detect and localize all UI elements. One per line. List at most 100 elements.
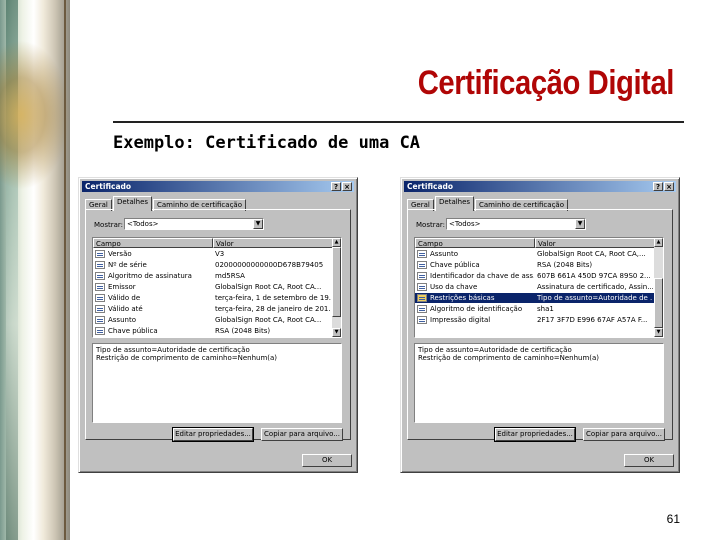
column-header-field[interactable]: Campo [415, 238, 535, 248]
field-details-box[interactable]: Tipo de assunto=Autoridade de certificaç… [92, 343, 342, 423]
field-value: GlobalSign Root CA, Root CA... [215, 316, 322, 324]
list-item[interactable]: Versão V3 [93, 249, 333, 259]
list-item[interactable]: Algoritmo de identificação sha1 [415, 304, 655, 314]
edit-properties-button[interactable]: Editar propriedades... [172, 427, 254, 442]
certificate-field-icon [417, 272, 427, 280]
vertical-scrollbar[interactable]: ▲ ▼ [654, 238, 663, 337]
certificate-field-icon [417, 261, 427, 269]
certificate-field-icon [95, 272, 105, 280]
list-item[interactable]: Emissor GlobalSign Root CA, Root CA... [93, 282, 333, 292]
column-header-value[interactable]: Valor [213, 238, 333, 248]
list-item[interactable]: Identificador da chave de ass... 607B 661… [415, 271, 655, 281]
certificate-field-icon [95, 283, 105, 291]
details-line: Tipo de assunto=Autoridade de certificaç… [96, 346, 250, 354]
show-dropdown[interactable]: <Todos> ▼ [446, 218, 586, 230]
certificate-field-icon [417, 305, 427, 313]
scroll-down-icon[interactable]: ▼ [332, 328, 341, 337]
list-header: Campo Valor [415, 238, 655, 248]
certificate-field-icon [417, 294, 427, 302]
list-item[interactable]: Impressão digital 2F17 3F7D E996 67AF A57… [415, 315, 655, 325]
close-button[interactable]: × [342, 182, 352, 191]
tab-details[interactable]: Detalhes [113, 196, 153, 211]
help-button[interactable]: ? [653, 182, 663, 191]
field-value: RSA (2048 Bits) [537, 261, 593, 269]
list-item[interactable]: Nº de série 02000000000000D678B79405 [93, 260, 333, 270]
column-header-field[interactable]: Campo [93, 238, 213, 248]
show-label: Mostrar: [416, 221, 445, 229]
fields-list[interactable]: Campo Valor Assunto GlobalSign Root CA, R… [414, 237, 664, 338]
copy-to-file-button[interactable]: Copiar para arquivo... [583, 428, 665, 441]
list-item[interactable]: Válido de terça-feira, 1 de setembro de 1… [93, 293, 333, 303]
certificate-field-icon [417, 250, 427, 258]
field-value: GlobalSign Root CA, Root CA... [215, 283, 322, 291]
certificate-dialog-left: Certificado ? × Geral Detalhes Caminho d… [78, 177, 358, 473]
decorative-side-strip [0, 0, 70, 540]
field-value: terça-feira, 28 de janeiro de 201... [215, 305, 331, 313]
list-item[interactable]: Chave pública RSA (2048 Bits) [93, 326, 333, 336]
fields-list[interactable]: Campo Valor Versão V3 Nº de série 02000000… [92, 237, 342, 338]
list-item[interactable]: Uso da chave Assinatura de certificado, A… [415, 282, 655, 292]
field-name: Uso da chave [430, 283, 478, 291]
dialog-titlebar: Certificado ? × [82, 181, 354, 192]
field-name: Chave pública [108, 327, 158, 335]
scroll-up-icon[interactable]: ▲ [332, 238, 341, 247]
list-item[interactable]: Chave pública RSA (2048 Bits) [415, 260, 655, 270]
copy-to-file-button[interactable]: Copiar para arquivo... [261, 428, 343, 441]
close-button[interactable]: × [664, 182, 674, 191]
chevron-down-icon[interactable]: ▼ [253, 219, 263, 229]
field-name: Identificador da chave de ass... [430, 272, 534, 280]
title-rule [113, 121, 684, 123]
list-header: Campo Valor [93, 238, 333, 248]
show-dropdown-value: <Todos> [127, 220, 159, 228]
column-header-value[interactable]: Valor [535, 238, 655, 248]
certificate-field-icon [95, 316, 105, 324]
vertical-scrollbar[interactable]: ▲ ▼ [332, 238, 341, 337]
list-item[interactable]: Válido até terça-feira, 28 de janeiro de … [93, 304, 333, 314]
show-dropdown[interactable]: <Todos> ▼ [124, 218, 264, 230]
details-line: Restrição de comprimento de caminho=Nenh… [418, 354, 600, 362]
certificate-field-icon [95, 250, 105, 258]
side-divider [64, 0, 66, 540]
field-name: Emissor [108, 283, 136, 291]
field-name: Algoritmo de identificação [430, 305, 523, 313]
ok-button[interactable]: OK [624, 454, 674, 467]
ok-button[interactable]: OK [302, 454, 352, 467]
slide-subtitle: Exemplo: Certificado de uma CA [113, 133, 421, 153]
field-value: terça-feira, 1 de setembro de 19... [215, 294, 331, 302]
help-button[interactable]: ? [331, 182, 341, 191]
field-value: V3 [215, 250, 225, 258]
scroll-down-icon[interactable]: ▼ [654, 328, 663, 337]
details-line: Tipo de assunto=Autoridade de certificaç… [418, 346, 572, 354]
edit-properties-button[interactable]: Editar propriedades... [494, 427, 576, 442]
scroll-thumb[interactable] [332, 247, 341, 317]
certificate-field-icon [417, 316, 427, 324]
list-item-selected[interactable]: Restrições básicas Tipo de assunto=Autori… [415, 293, 655, 303]
field-name: Algoritmo de assinatura [108, 272, 192, 280]
field-value: 02000000000000D678B79405 [215, 261, 324, 269]
certificate-field-icon [95, 294, 105, 302]
certificate-field-icon [95, 327, 105, 335]
details-line: Restrição de comprimento de caminho=Nenh… [96, 354, 278, 362]
show-dropdown-value: <Todos> [449, 220, 481, 228]
scroll-up-icon[interactable]: ▲ [654, 238, 663, 247]
chevron-down-icon[interactable]: ▼ [575, 219, 585, 229]
field-name: Nº de série [108, 261, 147, 269]
certificate-dialog-right: Certificado ? × Geral Detalhes Caminho d… [400, 177, 680, 473]
field-value: RSA (2048 Bits) [215, 327, 271, 335]
slide-title: Certificação Digital [417, 64, 675, 102]
field-details-box[interactable]: Tipo de assunto=Autoridade de certificaç… [414, 343, 664, 423]
field-name: Restrições básicas [430, 294, 495, 302]
field-name: Válido até [108, 305, 143, 313]
field-value: sha1 [537, 305, 554, 313]
field-value: 607B 661A 450D 97CA 89S0 2... [537, 272, 651, 280]
list-item[interactable]: Assunto GlobalSign Root CA, Root CA... [93, 315, 333, 325]
field-name: Assunto [430, 250, 458, 258]
dialog-title: Certificado [85, 182, 132, 191]
scroll-thumb[interactable] [654, 278, 663, 328]
list-item[interactable]: Assunto GlobalSign Root CA, Root CA,... [415, 249, 655, 259]
tab-details[interactable]: Detalhes [435, 196, 475, 211]
certificate-field-icon [95, 261, 105, 269]
details-tab-panel: Mostrar: <Todos> ▼ Campo Valor Versão V3 … [85, 209, 351, 440]
list-item[interactable]: Algoritmo de assinatura md5RSA [93, 271, 333, 281]
field-value: 2F17 3F7D E996 67AF A57A F... [537, 316, 648, 324]
